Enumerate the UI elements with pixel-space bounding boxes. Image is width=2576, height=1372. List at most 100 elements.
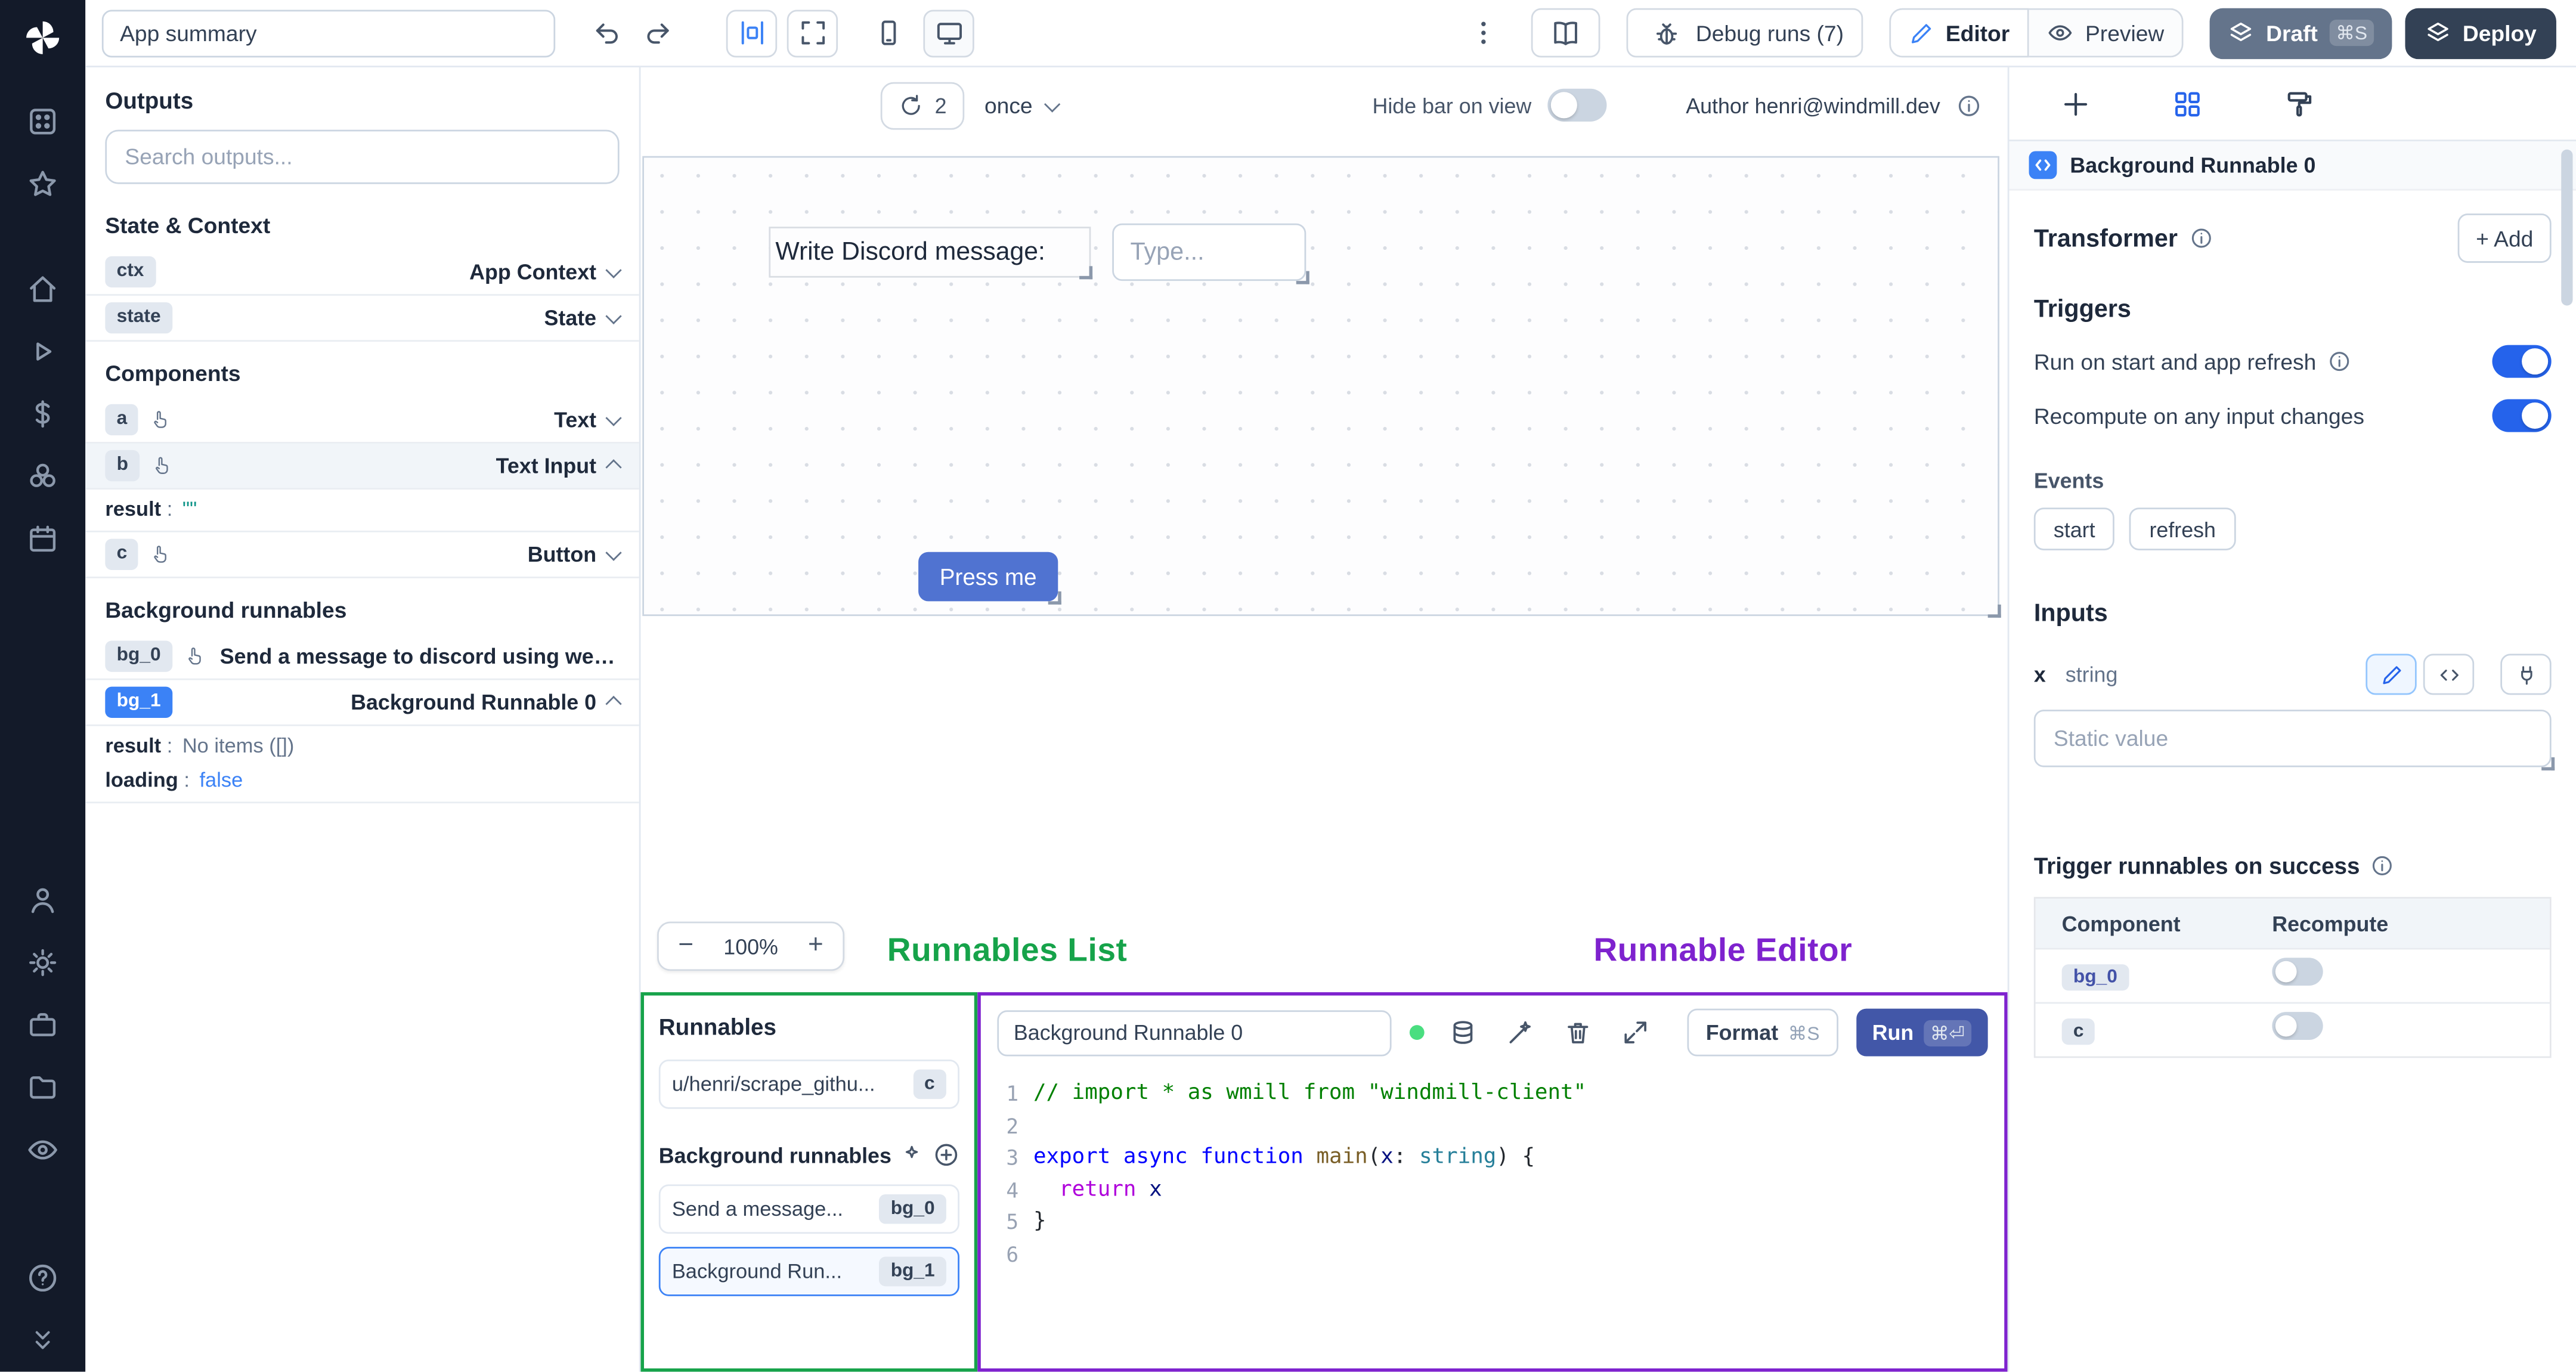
cache-icon-button[interactable] <box>1442 1018 1482 1046</box>
search-outputs-input[interactable] <box>105 129 620 184</box>
format-button[interactable]: Format ⌘S <box>1688 1008 1838 1057</box>
ai-sparkle-icon[interactable] <box>900 1144 924 1167</box>
runnable-item-bg1-selected[interactable]: Background Run... bg_1 <box>658 1247 959 1296</box>
discord-message-input[interactable] <box>1112 223 1306 281</box>
zoom-out-button[interactable]: − <box>659 923 713 969</box>
home-icon[interactable] <box>0 258 85 321</box>
docs-button[interactable] <box>1531 8 1601 58</box>
add-background-runnable-button[interactable] <box>933 1142 959 1168</box>
redo-button[interactable] <box>634 8 683 58</box>
info-icon[interactable] <box>2189 227 2212 250</box>
audit-logs-icon[interactable] <box>0 1119 85 1181</box>
badge-c[interactable]: c <box>105 539 139 570</box>
ai-wand-button[interactable] <box>1500 1018 1539 1046</box>
event-chip-start[interactable]: start <box>2033 507 2115 550</box>
variables-icon[interactable] <box>0 383 85 445</box>
badge-bg1-selected[interactable]: bg_1 <box>105 687 172 718</box>
desktop-view-button[interactable] <box>923 9 974 57</box>
chevron-down-icon[interactable] <box>605 409 622 426</box>
mobile-view-button[interactable] <box>864 8 914 58</box>
badge-c[interactable]: c <box>2061 1018 2095 1045</box>
run-button[interactable]: Run ⌘⏎ <box>1856 1008 1988 1057</box>
recompute-on-input-toggle[interactable] <box>2492 399 2552 432</box>
undo-button[interactable] <box>581 8 631 58</box>
app-summary-input[interactable] <box>101 9 556 57</box>
help-icon[interactable] <box>0 1247 85 1309</box>
resize-handle[interactable] <box>1296 271 1309 284</box>
chevron-up-icon[interactable] <box>605 695 622 713</box>
badge-a[interactable]: a <box>105 404 139 435</box>
expand-button[interactable] <box>1615 1018 1654 1046</box>
output-row-b[interactable]: b Text Input <box>85 443 639 490</box>
connect-input-button[interactable] <box>2500 654 2552 695</box>
badge-bg0[interactable]: bg_0 <box>105 641 172 671</box>
info-icon[interactable] <box>2328 350 2351 373</box>
add-transformer-button[interactable]: + Add <box>2457 213 2552 263</box>
static-input-mode-button[interactable] <box>2366 654 2417 695</box>
refresh-count-box[interactable]: 2 <box>880 81 965 129</box>
editor-code[interactable]: // import * as wmill from "windmill-clie… <box>1033 1070 2004 1368</box>
user-icon[interactable] <box>0 869 85 931</box>
collapse-icon[interactable] <box>0 1309 85 1372</box>
badge-state[interactable]: state <box>105 302 172 333</box>
editor-tab[interactable]: Editor <box>1890 8 2030 58</box>
more-menu-button[interactable] <box>1459 8 1509 58</box>
workers-icon[interactable] <box>0 994 85 1057</box>
runnable-item-script[interactable]: u/henri/scrape_githu... c <box>658 1060 959 1109</box>
output-row-c[interactable]: c Button <box>85 532 639 578</box>
windmill-logo[interactable] <box>20 15 66 61</box>
preview-tab[interactable]: Preview <box>2029 8 2184 58</box>
output-row-state[interactable]: state State <box>85 296 639 342</box>
badge-b[interactable]: b <box>105 450 140 481</box>
fullscreen-button[interactable] <box>787 9 838 57</box>
canvas-resize-handle[interactable] <box>1987 604 2001 618</box>
schedules-icon[interactable] <box>0 507 85 570</box>
recompute-bg0-toggle[interactable] <box>2272 958 2323 986</box>
badge-ctx[interactable]: ctx <box>105 256 156 287</box>
output-row-a[interactable]: a Text <box>85 398 639 444</box>
resize-handle[interactable] <box>2541 757 2555 771</box>
run-on-start-toggle[interactable] <box>2492 345 2552 378</box>
info-icon[interactable] <box>1956 93 1981 117</box>
favorites-icon[interactable] <box>0 153 85 215</box>
scrollbar[interactable] <box>2561 149 2573 306</box>
runs-icon[interactable] <box>0 320 85 383</box>
align-columns-button[interactable] <box>726 9 778 57</box>
resize-handle[interactable] <box>1079 266 1093 280</box>
zoom-in-button[interactable]: + <box>788 923 843 969</box>
resize-handle[interactable] <box>1048 591 1061 605</box>
output-row-bg0[interactable]: bg_0 Send a message to discord using web… <box>85 634 639 680</box>
settings-icon[interactable] <box>0 931 85 994</box>
chevron-down-icon[interactable] <box>605 307 622 324</box>
debug-runs-button[interactable]: Debug runs (7) <box>1627 8 1864 58</box>
badge-bg0[interactable]: bg_0 <box>2061 964 2129 991</box>
deploy-button[interactable]: Deploy <box>2405 7 2556 58</box>
hide-bar-toggle[interactable] <box>1547 88 1607 122</box>
chevron-down-icon[interactable] <box>605 261 622 278</box>
styling-tab[interactable] <box>2278 84 2318 123</box>
output-row-ctx[interactable]: ctx App Context <box>85 250 639 296</box>
code-editor[interactable]: 123456 // import * as wmill from "windmi… <box>981 1070 2004 1368</box>
static-value-input[interactable] <box>2033 710 2552 767</box>
eval-input-mode-button[interactable] <box>2423 654 2475 695</box>
app-canvas[interactable]: Write Discord message: Press me <box>642 156 2001 618</box>
chevron-up-icon[interactable] <box>605 459 622 476</box>
text-input-component[interactable] <box>1112 223 1309 284</box>
insert-component-tab[interactable] <box>2055 84 2095 123</box>
frequency-select[interactable]: once <box>984 93 1060 117</box>
draft-button[interactable]: Draft ⌘S <box>2210 7 2392 58</box>
button-component[interactable]: Press me <box>918 552 1061 605</box>
recompute-c-toggle[interactable] <box>2272 1012 2323 1040</box>
hub-icon[interactable] <box>0 445 85 508</box>
runnable-item-bg0[interactable]: Send a message... bg_0 <box>658 1184 959 1234</box>
runnable-name-input[interactable] <box>997 1009 1392 1056</box>
folders-icon[interactable] <box>0 1057 85 1119</box>
text-component[interactable]: Write Discord message: <box>769 227 1093 280</box>
info-icon[interactable] <box>2371 854 2395 878</box>
component-settings-tab[interactable] <box>2167 84 2206 123</box>
event-chip-refresh[interactable]: refresh <box>2129 507 2236 550</box>
chevron-down-icon[interactable] <box>605 544 622 560</box>
output-row-bg1[interactable]: bg_1 Background Runnable 0 <box>85 680 639 726</box>
delete-button[interactable] <box>1558 1018 1597 1046</box>
apps-icon[interactable] <box>0 91 85 153</box>
